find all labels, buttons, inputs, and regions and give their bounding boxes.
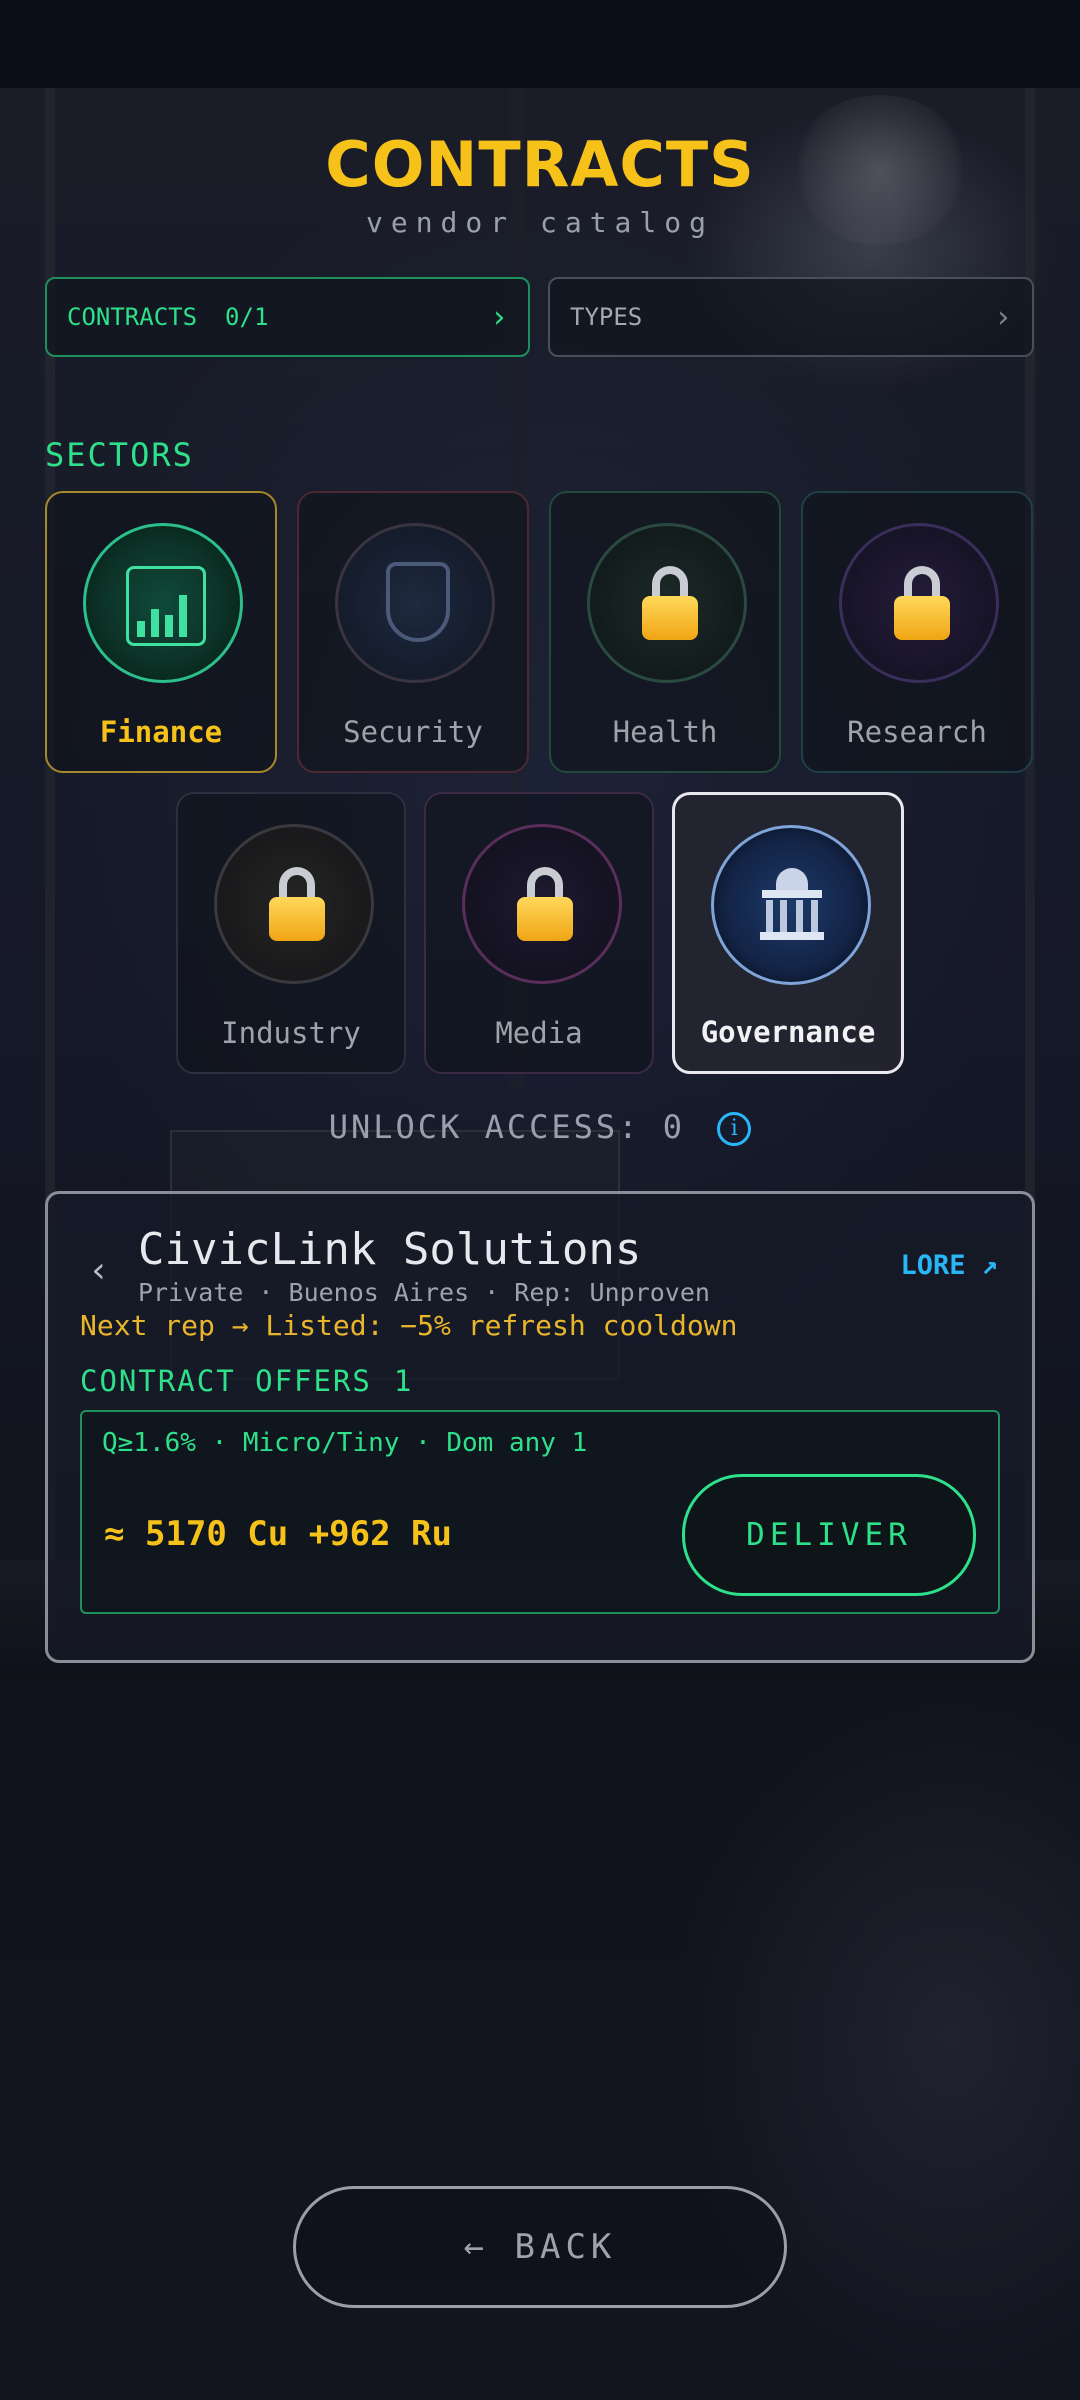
sector-card-finance[interactable]: Finance (45, 491, 277, 773)
previous-vendor-button[interactable]: ‹ (88, 1250, 110, 1291)
sector-card-industry[interactable]: Industry (176, 792, 406, 1074)
back-button[interactable]: ← BACK (293, 2186, 787, 2308)
contract-offers-heading: CONTRACT OFFERS 1 (80, 1364, 413, 1398)
vendor-panel: ‹ CivicLink Solutions Private · Buenos A… (45, 1191, 1035, 1663)
lore-link[interactable]: LORE ↗ (900, 1250, 998, 1281)
contract-offers-label: CONTRACT OFFERS (80, 1364, 372, 1398)
sector-name: Industry (221, 1016, 361, 1050)
sector-card-health[interactable]: Health (549, 491, 781, 773)
sector-name: Finance (99, 715, 223, 749)
unlock-access-row: UNLOCK ACCESS: 0 i (0, 1108, 1080, 1146)
offer-terms: Q≥1.6% · Micro/Tiny · Dom any 1 (102, 1428, 588, 1458)
unlock-access-text: UNLOCK ACCESS: 0 (328, 1108, 685, 1146)
sector-card-media[interactable]: Media (424, 792, 654, 1074)
vendor-meta: Private · Buenos Aires · Rep: Unproven (138, 1278, 710, 1307)
top-status-bar (0, 0, 1080, 88)
types-filter-button[interactable]: TYPES › (548, 277, 1034, 357)
vendor-name: CivicLink Solutions (138, 1224, 642, 1275)
contract-offers-count: 1 (393, 1364, 414, 1398)
sector-name: Governance (700, 1015, 876, 1049)
sector-name: Security (343, 715, 483, 749)
governance-capitol-icon (711, 825, 871, 985)
types-filter-label: TYPES (570, 303, 643, 331)
contracts-filter-button[interactable]: CONTRACTS 0/1 › (45, 277, 530, 357)
industry-gear-icon (214, 824, 374, 984)
security-shield-icon (335, 523, 495, 683)
contracts-filter-label: CONTRACTS (67, 303, 198, 331)
page-title: CONTRACTS (325, 128, 755, 201)
sector-name: Media (495, 1016, 583, 1050)
page-subtitle: vendor catalog (365, 206, 714, 239)
sector-card-governance[interactable]: Governance (672, 792, 904, 1074)
sectors-heading: SECTORS (45, 436, 194, 474)
sector-card-security[interactable]: Security (297, 491, 529, 773)
lock-icon (269, 867, 325, 941)
chevron-right-icon: › (993, 299, 1012, 335)
contracts-filter-count: 0/1 (225, 303, 269, 331)
next-rep-bonus: Next rep → Listed: −5% refresh cooldown (80, 1309, 738, 1342)
health-dna-icon (587, 523, 747, 683)
deliver-button[interactable]: DELIVER (682, 1474, 976, 1596)
sector-name: Research (847, 715, 987, 749)
offer-reward: ≈ 5170 Cu +962 Ru (104, 1514, 452, 1554)
lock-icon (642, 566, 698, 640)
media-waveform-icon (462, 824, 622, 984)
research-atom-icon (839, 523, 999, 683)
lock-icon (517, 867, 573, 941)
chevron-right-icon: › (489, 299, 508, 335)
sector-name: Health (612, 715, 718, 749)
sector-card-research[interactable]: Research (801, 491, 1033, 773)
lock-icon (894, 566, 950, 640)
finance-chip-chart-icon (83, 523, 243, 683)
info-icon[interactable]: i (717, 1112, 752, 1146)
contract-offer-card: Q≥1.6% · Micro/Tiny · Dom any 1 ≈ 5170 C… (80, 1410, 1000, 1614)
